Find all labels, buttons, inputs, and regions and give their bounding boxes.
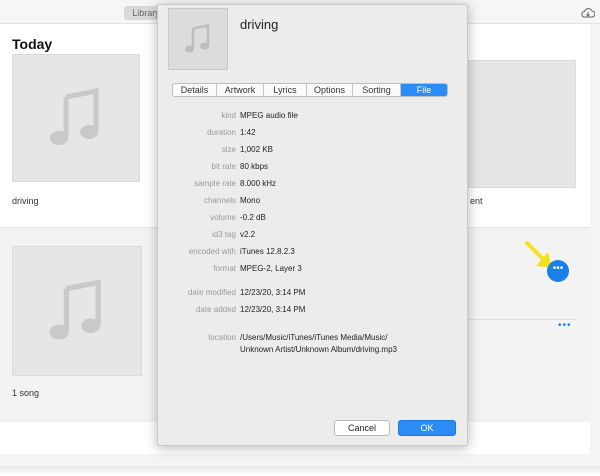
field-value: MPEG-2, Layer 3 [240, 264, 302, 273]
info-row: bit rate 80 kbps [158, 161, 469, 173]
music-note-icon [49, 279, 101, 340]
info-row: id3 tag v2.2 [158, 229, 469, 241]
tab-sorting[interactable]: Sorting [353, 84, 401, 96]
field-label: kind [221, 111, 236, 120]
tab-lyrics[interactable]: Lyrics [264, 84, 307, 96]
album-artwork-large [12, 246, 142, 376]
info-row: duration 1:42 [158, 127, 469, 139]
field-label: size [221, 145, 236, 154]
field-label: format [213, 264, 236, 273]
music-note-icon [185, 23, 210, 53]
track-more-button[interactable]: ••• [558, 320, 572, 331]
dialog-artwork [168, 8, 228, 70]
field-label: duration [207, 128, 236, 137]
album-tile-driving[interactable] [12, 54, 140, 182]
album-title[interactable]: driving [12, 196, 39, 206]
field-value: -0.2 dB [240, 213, 266, 222]
field-label: bit rate [211, 162, 236, 171]
location-value[interactable]: /Users/Music/iTunes/iTunes Media/Music/ … [240, 332, 440, 356]
field-value: Mono [240, 196, 261, 205]
album-more-button[interactable]: ••• [547, 260, 569, 282]
info-row: date modified 12/23/20, 3:14 PM [158, 287, 469, 299]
info-row: date added 12/23/20, 3:14 PM [158, 304, 469, 316]
field-label: date added [195, 305, 236, 314]
tab-file[interactable]: File [401, 84, 447, 96]
field-label: id3 tag [211, 230, 236, 239]
album-title-right[interactable]: ent [470, 196, 483, 206]
field-label: volume [210, 213, 236, 222]
location-line: /Users/Music/iTunes/iTunes Media/Music/ [240, 333, 388, 342]
field-value: v2.2 [240, 230, 256, 239]
window-bottom-edge [0, 466, 600, 476]
field-value: 8.000 kHz [240, 179, 277, 188]
info-row: kind MPEG audio file [158, 110, 469, 122]
field-label: sample rate [194, 179, 236, 188]
field-label: location [208, 333, 236, 342]
album-tile-right[interactable] [462, 60, 576, 188]
section-title: Today [12, 36, 53, 52]
field-label: date modified [187, 288, 236, 297]
song-info-dialog: driving Details Artwork Lyrics Options S… [157, 4, 468, 446]
cancel-button[interactable]: Cancel [334, 420, 390, 436]
info-row: volume -0.2 dB [158, 212, 469, 224]
field-label: channels [203, 196, 236, 205]
location-line: Unknown Artist/Unknown Album/driving.mp3 [240, 345, 397, 354]
tab-options[interactable]: Options [307, 84, 353, 96]
field-value: 12/23/20, 3:14 PM [240, 288, 306, 297]
info-tabs: Details Artwork Lyrics Options Sorting F… [172, 83, 448, 97]
cloud-download-icon[interactable] [581, 7, 595, 19]
field-value: 80 kbps [240, 162, 269, 171]
field-value: iTunes 12.8.2.3 [240, 247, 295, 256]
info-row: format MPEG-2, Layer 3 [158, 263, 469, 275]
tab-artwork[interactable]: Artwork [217, 84, 264, 96]
song-count: 1 song [12, 388, 40, 398]
info-row: size 1,002 KB [158, 144, 469, 156]
music-note-icon [50, 87, 99, 145]
field-value: 12/23/20, 3:14 PM [240, 305, 306, 314]
info-row: encoded with iTunes 12.8.2.3 [158, 246, 469, 258]
field-value: MPEG audio file [240, 111, 298, 120]
info-row: sample rate 8.000 kHz [158, 178, 469, 190]
field-value: 1:42 [240, 128, 256, 137]
field-label: encoded with [188, 247, 236, 256]
dialog-title: driving [240, 17, 279, 32]
info-row: channels Mono [158, 195, 469, 207]
field-value: 1,002 KB [240, 145, 273, 154]
ok-button[interactable]: OK [398, 420, 456, 436]
tab-details[interactable]: Details [173, 84, 217, 96]
